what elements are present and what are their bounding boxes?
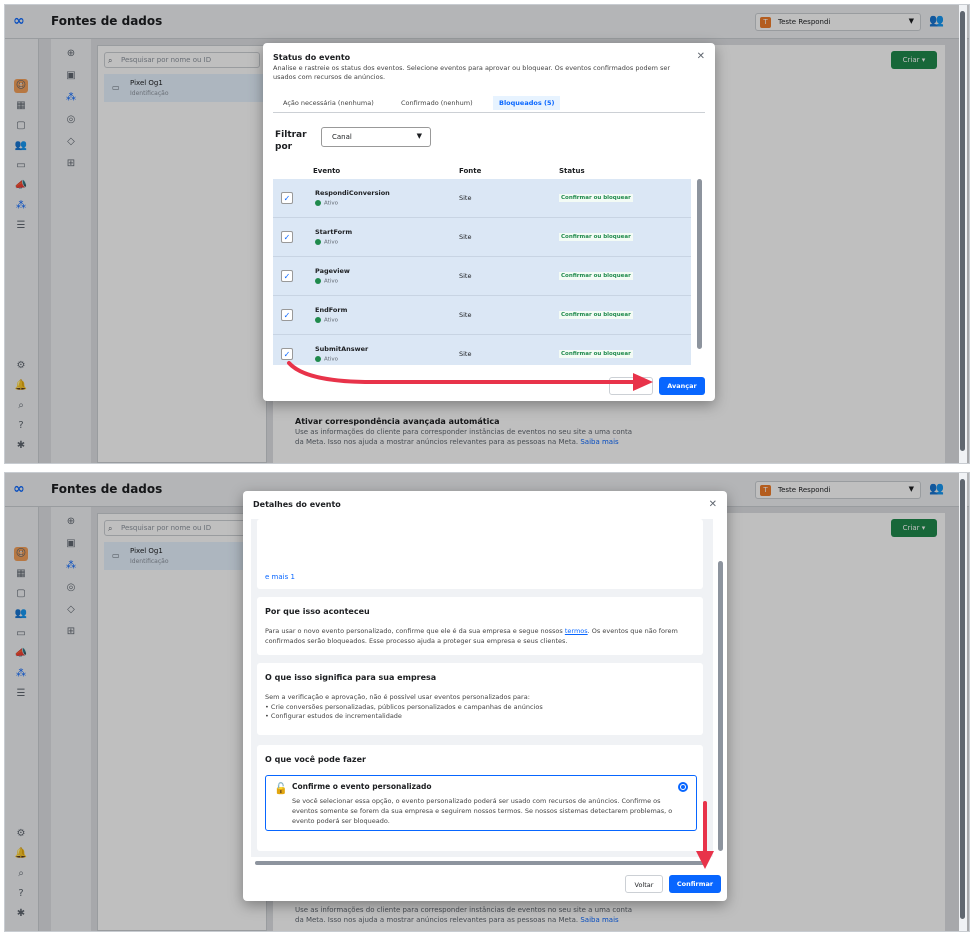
- event-state: Ativo: [315, 278, 338, 285]
- meaning-card: O que isso significa para sua empresa Se…: [257, 663, 703, 735]
- page-scrollbar[interactable]: [959, 5, 967, 463]
- screenshot-panel-1: ∞ Fontes de dados T Teste Respondi ▼ 👥 T…: [4, 4, 970, 464]
- confirm-or-block-link[interactable]: Confirmar ou bloquear: [559, 311, 633, 319]
- meaning-title: O que isso significa para sua empresa: [265, 673, 437, 682]
- event-source: Site: [459, 272, 472, 280]
- screenshot-panel-2: ∞ Fontes de dados T Teste Respondi ▼ 👥 T…: [4, 472, 970, 932]
- event-details-dialog: Detalhes do evento ✕ e mais 1 Por que is…: [243, 491, 727, 901]
- dialog-subtitle: Analise e rastreie os status dos eventos…: [273, 64, 671, 81]
- meaning-intro: Sem a verificação e aprovação, não é pos…: [265, 693, 530, 701]
- scrollbar-thumb[interactable]: [960, 479, 965, 919]
- event-name: Pageview: [315, 267, 350, 275]
- table-row[interactable]: ✓ Pageview Ativo Site Confirmar ou bloqu…: [273, 257, 691, 296]
- confirm-event-option[interactable]: 🔓 Confirme o evento personalizado Se voc…: [265, 775, 697, 831]
- table-scrollbar[interactable]: [697, 167, 703, 363]
- filter-label: Filtrar por: [275, 130, 307, 152]
- scrollbar-thumb[interactable]: [960, 11, 965, 451]
- why-title: Por que isso aconteceu: [265, 607, 370, 616]
- event-state-text: Ativo: [324, 317, 338, 324]
- next-button[interactable]: Avançar: [659, 377, 705, 395]
- meaning-bullet-1: • Crie conversões personalizadas, públic…: [265, 702, 543, 711]
- close-icon[interactable]: ✕: [709, 499, 717, 510]
- event-name: RespondiConversion: [315, 189, 390, 197]
- active-dot-icon: [315, 317, 321, 323]
- meaning-bullet-2: • Configurar estudos de incrementalidade: [265, 712, 402, 720]
- event-info-card: e mais 1: [257, 519, 703, 589]
- event-status-dialog: Status do evento Analise e rastreie os s…: [263, 43, 715, 401]
- channel-select[interactable]: Canal ▼: [321, 127, 431, 147]
- row-checkbox[interactable]: ✓: [281, 231, 293, 243]
- events-table: ✓ RespondiConversion Ativo Site Confirma…: [273, 179, 691, 365]
- scrollbar-thumb[interactable]: [718, 561, 723, 851]
- confirm-or-block-link[interactable]: Confirmar ou bloquear: [559, 194, 633, 202]
- row-checkbox[interactable]: ✓: [281, 192, 293, 204]
- tab-blocked[interactable]: Bloqueados (5): [493, 96, 561, 110]
- why-text-pre: Para usar o novo evento personalizado, c…: [265, 627, 565, 635]
- event-state: Ativo: [315, 356, 338, 363]
- dialog-body: e mais 1 Por que isso aconteceu Para usa…: [251, 519, 713, 857]
- dialog-scrollbar[interactable]: [717, 521, 725, 857]
- event-source: Site: [459, 233, 472, 241]
- page-scrollbar[interactable]: [959, 473, 967, 931]
- active-dot-icon: [315, 278, 321, 284]
- row-checkbox[interactable]: ✓: [281, 348, 293, 360]
- horizontal-scrollbar[interactable]: [247, 859, 713, 867]
- table-row[interactable]: ✓ StartForm Ativo Site Confirmar ou bloq…: [273, 218, 691, 257]
- close-icon[interactable]: ✕: [697, 51, 705, 62]
- why-text: Para usar o novo evento personalizado, c…: [265, 627, 695, 646]
- event-source: Site: [459, 350, 472, 358]
- scrollbar-thumb[interactable]: [697, 179, 702, 349]
- event-name: EndForm: [315, 306, 348, 314]
- event-state-text: Ativo: [324, 200, 338, 207]
- dialog-title: Status do evento: [273, 53, 351, 62]
- event-state-text: Ativo: [324, 356, 338, 363]
- event-state: Ativo: [315, 317, 338, 324]
- event-state-text: Ativo: [324, 239, 338, 246]
- status-tabs: Ação necessária (nenhuma) Confirmado (ne…: [273, 93, 705, 113]
- row-checkbox[interactable]: ✓: [281, 270, 293, 282]
- meaning-text: Sem a verificação e aprovação, não é pos…: [265, 693, 695, 722]
- event-state-text: Ativo: [324, 278, 338, 285]
- lock-icon: 🔓: [274, 782, 288, 795]
- active-dot-icon: [315, 200, 321, 206]
- why-card: Por que isso aconteceu Para usar o novo …: [257, 597, 703, 655]
- event-source: Site: [459, 311, 472, 319]
- caret-down-icon: ▼: [416, 132, 422, 140]
- todo-card: O que você pode fazer 🔓 Confirme o event…: [257, 745, 703, 851]
- col-header-event: Evento: [313, 167, 341, 175]
- event-state: Ativo: [315, 200, 338, 207]
- col-header-status: Status: [559, 167, 585, 175]
- back-button[interactable]: Voltar: [625, 875, 663, 893]
- option-text: Se você selecionar essa opção, o evento …: [292, 797, 673, 825]
- todo-title: O que você pode fazer: [265, 755, 366, 764]
- terms-link[interactable]: termos: [565, 627, 588, 635]
- event-name: SubmitAnswer: [315, 345, 369, 353]
- option-radio[interactable]: [678, 782, 688, 792]
- row-checkbox[interactable]: ✓: [281, 309, 293, 321]
- option-title: Confirme o evento personalizado: [292, 782, 432, 791]
- table-row[interactable]: ✓ SubmitAnswer Ativo Site Confirmar ou b…: [273, 335, 691, 365]
- table-row[interactable]: ✓ RespondiConversion Ativo Site Confirma…: [273, 179, 691, 218]
- event-source: Site: [459, 194, 472, 202]
- dialog-title: Detalhes do evento: [253, 500, 341, 509]
- confirm-or-block-link[interactable]: Confirmar ou bloquear: [559, 233, 633, 241]
- col-header-source: Fonte: [459, 167, 482, 175]
- tab-action-needed[interactable]: Ação necessária (nenhuma): [283, 99, 374, 107]
- active-dot-icon: [315, 239, 321, 245]
- tab-confirmed[interactable]: Confirmado (nenhum): [401, 99, 473, 107]
- confirm-or-block-link[interactable]: Confirmar ou bloquear: [559, 350, 633, 358]
- active-dot-icon: [315, 356, 321, 362]
- event-name: StartForm: [315, 228, 353, 236]
- more-link[interactable]: e mais 1: [265, 573, 295, 581]
- channel-select-value: Canal: [332, 133, 352, 141]
- table-row[interactable]: ✓ EndForm Ativo Site Confirmar ou bloque…: [273, 296, 691, 335]
- event-state: Ativo: [315, 239, 338, 246]
- scrollbar-thumb[interactable]: [255, 861, 705, 865]
- confirm-button[interactable]: Confirmar: [669, 875, 721, 893]
- back-button[interactable]: [609, 377, 653, 395]
- confirm-or-block-link[interactable]: Confirmar ou bloquear: [559, 272, 633, 280]
